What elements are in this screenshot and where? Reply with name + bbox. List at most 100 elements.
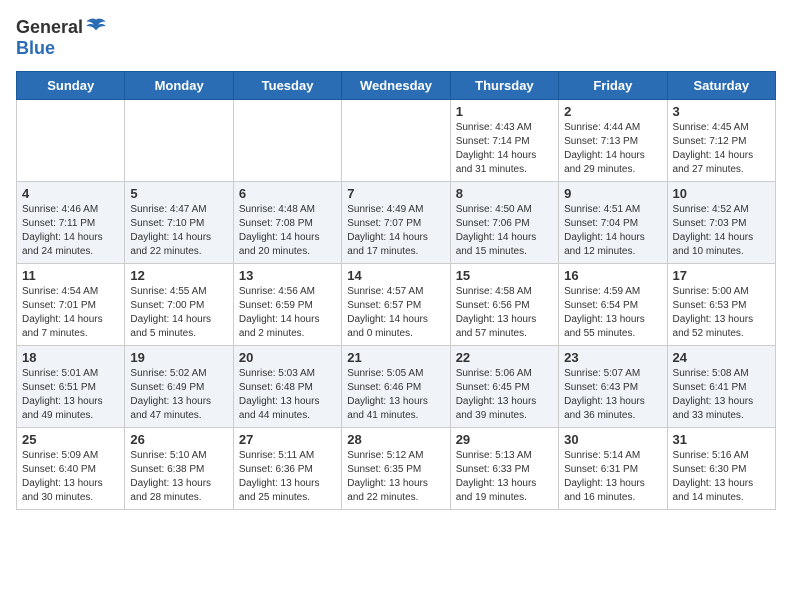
calendar-cell: 24 Sunrise: 5:08 AM Sunset: 6:41 PM Dayli… (667, 346, 775, 428)
week-row-2: 4 Sunrise: 4:46 AM Sunset: 7:11 PM Daylig… (17, 182, 776, 264)
day-number: 27 (239, 432, 336, 447)
day-number: 29 (456, 432, 553, 447)
calendar-table: SundayMondayTuesdayWednesdayThursdayFrid… (16, 71, 776, 510)
weekday-header-monday: Monday (125, 72, 233, 100)
calendar-cell: 25 Sunrise: 5:09 AM Sunset: 6:40 PM Dayli… (17, 428, 125, 510)
day-info: Sunrise: 4:46 AM Sunset: 7:11 PM Dayligh… (22, 203, 119, 259)
day-number: 17 (673, 268, 770, 283)
day-info: Sunrise: 4:52 AM Sunset: 7:03 PM Dayligh… (673, 203, 770, 259)
calendar-cell: 11Sunrise: 4:54 AM Sunset: 7:01 PM Dayli… (17, 264, 125, 346)
weekday-row: SundayMondayTuesdayWednesdayThursdayFrid… (17, 72, 776, 100)
day-number: 24 (673, 350, 770, 365)
day-info: Sunrise: 4:47 AM Sunset: 7:10 PM Dayligh… (130, 203, 227, 259)
day-info: Sunrise: 5:02 AM Sunset: 6:49 PM Dayligh… (130, 367, 227, 423)
calendar-cell: 23 Sunrise: 5:07 AM Sunset: 6:43 PM Dayli… (559, 346, 667, 428)
day-number: 26 (130, 432, 227, 447)
calendar-cell: 1Sunrise: 4:43 AM Sunset: 7:14 PM Daylig… (450, 100, 558, 182)
day-number: 15 (456, 268, 553, 283)
day-info: Sunrise: 4:56 AM Sunset: 6:59 PM Dayligh… (239, 285, 336, 341)
day-number: 2 (564, 104, 661, 119)
day-number: 4 (22, 186, 119, 201)
day-number: 3 (673, 104, 770, 119)
calendar-cell (125, 100, 233, 182)
day-info: Sunrise: 5:07 AM Sunset: 6:43 PM Dayligh… (564, 367, 661, 423)
calendar-cell: 16 Sunrise: 4:59 AM Sunset: 6:54 PM Dayli… (559, 264, 667, 346)
calendar-cell: 14 Sunrise: 4:57 AM Sunset: 6:57 PM Dayli… (342, 264, 450, 346)
calendar-cell: 28Sunrise: 5:12 AM Sunset: 6:35 PM Dayli… (342, 428, 450, 510)
day-number: 31 (673, 432, 770, 447)
calendar-cell: 18Sunrise: 5:01 AM Sunset: 6:51 PM Dayli… (17, 346, 125, 428)
calendar-cell: 12 Sunrise: 4:55 AM Sunset: 7:00 PM Dayli… (125, 264, 233, 346)
page-header: General Blue (16, 16, 776, 59)
day-number: 30 (564, 432, 661, 447)
week-row-3: 11Sunrise: 4:54 AM Sunset: 7:01 PM Dayli… (17, 264, 776, 346)
calendar-cell: 20 Sunrise: 5:03 AM Sunset: 6:48 PM Dayli… (233, 346, 341, 428)
calendar-cell: 19 Sunrise: 5:02 AM Sunset: 6:49 PM Dayli… (125, 346, 233, 428)
calendar-body: 1Sunrise: 4:43 AM Sunset: 7:14 PM Daylig… (17, 100, 776, 510)
week-row-4: 18Sunrise: 5:01 AM Sunset: 6:51 PM Dayli… (17, 346, 776, 428)
day-info: Sunrise: 5:10 AM Sunset: 6:38 PM Dayligh… (130, 449, 227, 505)
day-info: Sunrise: 5:09 AM Sunset: 6:40 PM Dayligh… (22, 449, 119, 505)
day-number: 19 (130, 350, 227, 365)
day-number: 9 (564, 186, 661, 201)
day-number: 12 (130, 268, 227, 283)
day-info: Sunrise: 4:51 AM Sunset: 7:04 PM Dayligh… (564, 203, 661, 259)
calendar-cell (342, 100, 450, 182)
day-info: Sunrise: 4:55 AM Sunset: 7:00 PM Dayligh… (130, 285, 227, 341)
calendar-header: SundayMondayTuesdayWednesdayThursdayFrid… (17, 72, 776, 100)
day-number: 14 (347, 268, 444, 283)
day-number: 22 (456, 350, 553, 365)
calendar-cell: 21Sunrise: 5:05 AM Sunset: 6:46 PM Dayli… (342, 346, 450, 428)
day-number: 13 (239, 268, 336, 283)
day-info: Sunrise: 4:49 AM Sunset: 7:07 PM Dayligh… (347, 203, 444, 259)
calendar-cell: 17 Sunrise: 5:00 AM Sunset: 6:53 PM Dayli… (667, 264, 775, 346)
weekday-header-saturday: Saturday (667, 72, 775, 100)
calendar-cell (233, 100, 341, 182)
day-number: 11 (22, 268, 119, 283)
day-info: Sunrise: 5:08 AM Sunset: 6:41 PM Dayligh… (673, 367, 770, 423)
calendar-cell: 13 Sunrise: 4:56 AM Sunset: 6:59 PM Dayli… (233, 264, 341, 346)
calendar-cell: 3 Sunrise: 4:45 AM Sunset: 7:12 PM Daylig… (667, 100, 775, 182)
day-info: Sunrise: 4:50 AM Sunset: 7:06 PM Dayligh… (456, 203, 553, 259)
calendar-cell: 15 Sunrise: 4:58 AM Sunset: 6:56 PM Dayli… (450, 264, 558, 346)
day-info: Sunrise: 5:03 AM Sunset: 6:48 PM Dayligh… (239, 367, 336, 423)
day-info: Sunrise: 4:48 AM Sunset: 7:08 PM Dayligh… (239, 203, 336, 259)
logo-bird-icon (85, 16, 107, 38)
day-number: 7 (347, 186, 444, 201)
day-info: Sunrise: 5:14 AM Sunset: 6:31 PM Dayligh… (564, 449, 661, 505)
calendar-cell: 22 Sunrise: 5:06 AM Sunset: 6:45 PM Dayli… (450, 346, 558, 428)
calendar-cell: 4 Sunrise: 4:46 AM Sunset: 7:11 PM Daylig… (17, 182, 125, 264)
day-number: 6 (239, 186, 336, 201)
day-number: 1 (456, 104, 553, 119)
day-info: Sunrise: 5:06 AM Sunset: 6:45 PM Dayligh… (456, 367, 553, 423)
logo-blue-text: Blue (16, 38, 55, 59)
day-number: 20 (239, 350, 336, 365)
day-number: 16 (564, 268, 661, 283)
day-number: 5 (130, 186, 227, 201)
day-info: Sunrise: 5:12 AM Sunset: 6:35 PM Dayligh… (347, 449, 444, 505)
weekday-header-wednesday: Wednesday (342, 72, 450, 100)
week-row-5: 25 Sunrise: 5:09 AM Sunset: 6:40 PM Dayli… (17, 428, 776, 510)
day-number: 21 (347, 350, 444, 365)
weekday-header-thursday: Thursday (450, 72, 558, 100)
day-info: Sunrise: 4:57 AM Sunset: 6:57 PM Dayligh… (347, 285, 444, 341)
calendar-cell: 2 Sunrise: 4:44 AM Sunset: 7:13 PM Daylig… (559, 100, 667, 182)
day-info: Sunrise: 5:11 AM Sunset: 6:36 PM Dayligh… (239, 449, 336, 505)
day-info: Sunrise: 4:44 AM Sunset: 7:13 PM Dayligh… (564, 121, 661, 177)
calendar-cell: 7 Sunrise: 4:49 AM Sunset: 7:07 PM Daylig… (342, 182, 450, 264)
day-number: 10 (673, 186, 770, 201)
day-info: Sunrise: 4:45 AM Sunset: 7:12 PM Dayligh… (673, 121, 770, 177)
day-number: 25 (22, 432, 119, 447)
weekday-header-sunday: Sunday (17, 72, 125, 100)
day-info: Sunrise: 5:00 AM Sunset: 6:53 PM Dayligh… (673, 285, 770, 341)
weekday-header-friday: Friday (559, 72, 667, 100)
calendar-cell: 9 Sunrise: 4:51 AM Sunset: 7:04 PM Daylig… (559, 182, 667, 264)
day-number: 8 (456, 186, 553, 201)
calendar-cell: 26 Sunrise: 5:10 AM Sunset: 6:38 PM Dayli… (125, 428, 233, 510)
day-number: 23 (564, 350, 661, 365)
calendar-cell (17, 100, 125, 182)
calendar-cell: 31Sunrise: 5:16 AM Sunset: 6:30 PM Dayli… (667, 428, 775, 510)
day-info: Sunrise: 4:58 AM Sunset: 6:56 PM Dayligh… (456, 285, 553, 341)
day-info: Sunrise: 4:59 AM Sunset: 6:54 PM Dayligh… (564, 285, 661, 341)
logo: General Blue (16, 16, 107, 59)
